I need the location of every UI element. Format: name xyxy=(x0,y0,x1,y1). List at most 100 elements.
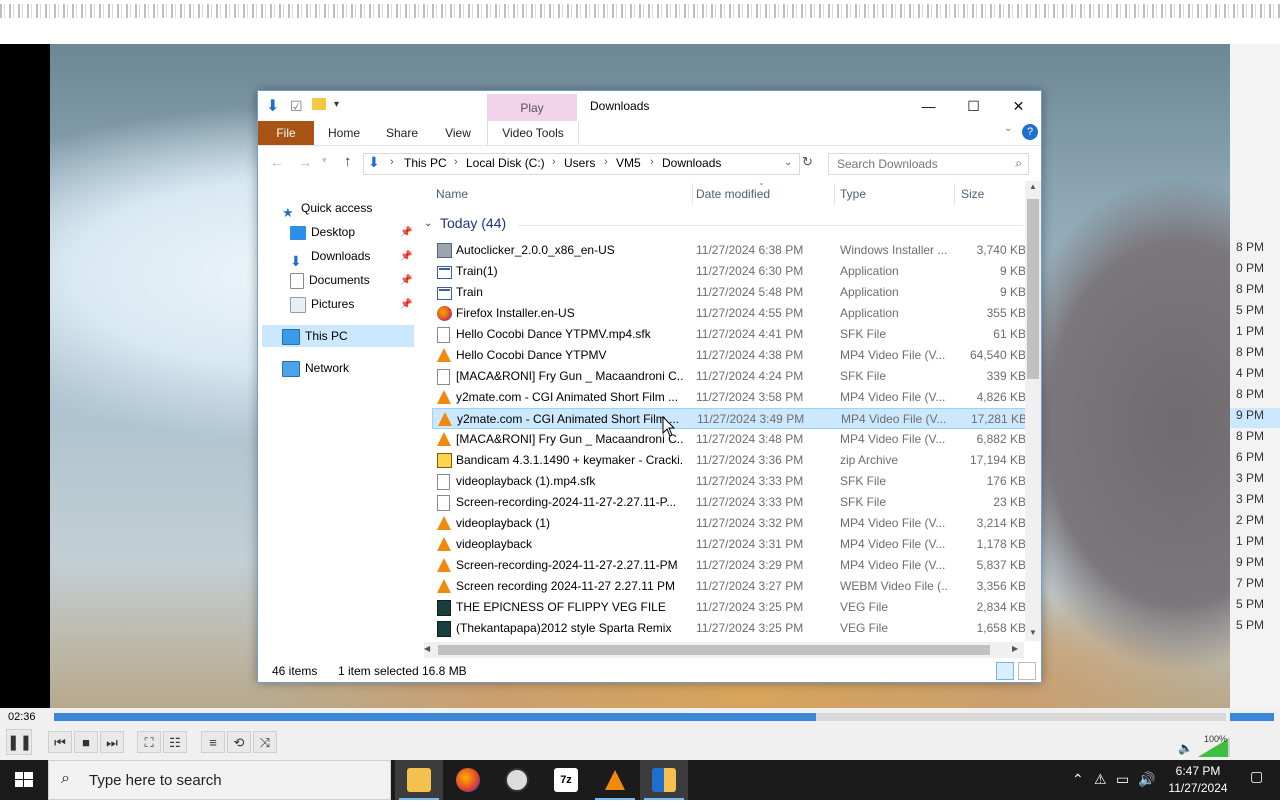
close-button[interactable]: ✕ xyxy=(996,91,1041,121)
pin-icon[interactable]: 📌 xyxy=(400,299,412,310)
horizontal-scroll-thumb[interactable] xyxy=(438,645,990,655)
taskbar-app[interactable] xyxy=(493,760,541,800)
breadcrumb-local-disk[interactable]: Local Disk (C:) xyxy=(466,156,545,170)
pin-icon[interactable]: 📌 xyxy=(400,251,412,262)
breadcrumb-vm5[interactable]: VM5 xyxy=(616,156,641,170)
taskbar-security[interactable] xyxy=(640,760,688,800)
security-tray-icon[interactable]: ⚠ xyxy=(1094,771,1107,788)
seek-slider[interactable] xyxy=(54,713,1226,721)
pin-icon[interactable]: 📌 xyxy=(400,275,412,286)
tab-share[interactable]: Share xyxy=(384,121,420,145)
speaker-icon[interactable]: 🔈 xyxy=(1178,741,1193,755)
column-type[interactable]: Type xyxy=(840,187,866,201)
loop-button[interactable]: ⟲ xyxy=(227,731,251,753)
file-row[interactable]: Hello Cocobi Dance YTPMV 11/27/2024 4:38 … xyxy=(432,345,1026,366)
new-folder-icon[interactable] xyxy=(312,98,326,110)
large-icons-view-button[interactable] xyxy=(1018,662,1036,680)
nav-quick-access[interactable]: ★ Quick access xyxy=(282,197,372,220)
customize-qat-icon[interactable]: ▾ xyxy=(334,99,339,110)
start-button[interactable] xyxy=(0,760,48,800)
group-header-today[interactable]: Today (44) xyxy=(440,215,506,231)
expand-ribbon-icon[interactable]: ⌄ xyxy=(1004,123,1012,134)
maximize-button[interactable]: ☐ xyxy=(951,91,996,121)
file-row[interactable]: videoplayback (1) 11/27/2024 3:32 PM MP4 V… xyxy=(432,513,1026,534)
breadcrumb-users[interactable]: Users xyxy=(564,156,595,170)
breadcrumb-this-pc[interactable]: This PC xyxy=(404,156,447,170)
scroll-right-icon[interactable]: ▶ xyxy=(1012,644,1018,653)
notifications-icon[interactable]: ▢ xyxy=(1250,768,1268,788)
search-box[interactable]: Search Downloads ⌕ xyxy=(828,153,1029,175)
download-arrow-icon[interactable]: ⬇ xyxy=(266,96,279,116)
file-row[interactable]: Screen-recording-2024-11-27-2.27.11-P...… xyxy=(432,492,1026,513)
tab-file[interactable]: File xyxy=(258,121,314,145)
breadcrumb-downloads[interactable]: Downloads xyxy=(662,156,721,170)
file-row[interactable]: (Thekantapapa)2012 style Sparta Remix 11/… xyxy=(432,618,1026,639)
file-size: 355 KB xyxy=(986,306,1026,320)
file-row[interactable]: Bandicam 4.3.1.1490 + keymaker - Cracki.… xyxy=(432,450,1026,471)
file-row[interactable]: y2mate.com - CGI Animated Short Film ...… xyxy=(432,408,1027,429)
file-row[interactable]: [MACA&RONI] Fry Gun _ Macaandroni C... 11… xyxy=(432,429,1026,450)
file-date: 11/27/2024 3:25 PM xyxy=(696,621,804,635)
nav-pictures[interactable]: Pictures xyxy=(290,293,354,315)
taskbar-7zip[interactable]: 7z xyxy=(542,760,590,800)
file-row[interactable]: THE EPICNESS OF FLIPPY VEG FILE 11/27/202… xyxy=(432,597,1026,618)
tab-view[interactable]: View xyxy=(442,121,474,145)
next-button[interactable]: ⏭ xyxy=(100,731,124,753)
file-row[interactable]: Screen recording 2024-11-27 2.27.11 PM 11… xyxy=(432,576,1026,597)
file-row[interactable]: [MACA&RONI] Fry Gun _ Macaandroni C... 11… xyxy=(432,366,1026,387)
recent-locations-icon[interactable]: ▾ xyxy=(322,155,327,166)
forward-arrow-icon[interactable]: → xyxy=(298,154,312,170)
scroll-left-icon[interactable]: ◀ xyxy=(424,644,430,653)
shuffle-button[interactable]: ⤨ xyxy=(253,731,277,753)
extended-settings-button[interactable]: ☷ xyxy=(163,731,187,753)
refresh-icon[interactable]: ↻ xyxy=(802,154,813,170)
nav-desktop[interactable]: Desktop xyxy=(290,221,355,243)
nav-network[interactable]: Network xyxy=(282,357,349,379)
vertical-scroll-thumb[interactable] xyxy=(1027,199,1039,379)
details-view-button[interactable] xyxy=(996,662,1014,680)
tab-video-tools[interactable]: Video Tools xyxy=(487,121,579,145)
volume-percent: 100% xyxy=(1204,734,1228,744)
nav-this-pc[interactable]: This PC xyxy=(282,325,348,347)
properties-icon[interactable]: ☑ xyxy=(290,98,303,115)
file-row[interactable]: Hello Cocobi Dance YTPMV.mp4.sfk 11/27/20… xyxy=(432,324,1026,345)
help-icon[interactable]: ? xyxy=(1022,124,1038,140)
taskbar-vlc[interactable] xyxy=(591,760,639,800)
fullscreen-button[interactable]: ⛶ xyxy=(137,731,161,753)
taskbar-firefox[interactable] xyxy=(444,760,492,800)
nav-downloads[interactable]: ⬇ Downloads xyxy=(290,245,370,269)
taskbar-file-explorer[interactable] xyxy=(395,760,443,800)
scroll-down-icon[interactable]: ▼ xyxy=(1029,628,1037,637)
file-name: Screen-recording-2024-11-27-2.27.11-PM xyxy=(456,558,678,572)
column-size[interactable]: Size xyxy=(961,187,984,201)
volume-tray-icon[interactable]: 🔊 xyxy=(1138,771,1155,788)
group-collapse-icon[interactable]: ⌄ xyxy=(424,218,432,229)
column-name[interactable]: Name xyxy=(436,187,468,201)
minimize-button[interactable]: — xyxy=(906,91,951,121)
file-row[interactable]: y2mate.com - CGI Animated Short Film ...… xyxy=(432,387,1026,408)
pause-button[interactable]: ❚❚ xyxy=(6,729,32,755)
tab-home[interactable]: Home xyxy=(326,121,362,145)
file-row[interactable]: Firefox Installer.en-US 11/27/2024 4:55 P… xyxy=(432,303,1026,324)
back-arrow-icon[interactable]: ← xyxy=(270,154,284,170)
file-row[interactable]: Train(1) 11/27/2024 6:30 PM Application 9 K… xyxy=(432,261,1026,282)
file-row[interactable]: Screen-recording-2024-11-27-2.27.11-PM 11… xyxy=(432,555,1026,576)
file-row[interactable]: videoplayback 11/27/2024 3:31 PM MP4 Video… xyxy=(432,534,1026,555)
background-time: 4 PM xyxy=(1236,366,1265,380)
network-tray-icon[interactable]: ▭ xyxy=(1116,771,1129,788)
up-arrow-icon[interactable]: ↑ xyxy=(344,153,352,170)
file-row[interactable]: Train 11/27/2024 5:48 PM Application 9 KB xyxy=(432,282,1026,303)
address-dropdown-icon[interactable]: ⌄ xyxy=(784,157,792,168)
column-date-modified[interactable]: Date modified xyxy=(696,187,770,201)
file-row[interactable]: Autoclicker_2.0.0_x86_en-US 11/27/2024 6:… xyxy=(432,240,1026,261)
chevron-up-icon[interactable]: ⌃ xyxy=(1072,771,1084,788)
file-row[interactable]: videoplayback (1).mp4.sfk 11/27/2024 3:33… xyxy=(432,471,1026,492)
playlist-button[interactable]: ≡ xyxy=(201,731,225,753)
previous-button[interactable]: ⏮ xyxy=(48,731,72,753)
scroll-up-icon[interactable]: ▲ xyxy=(1029,182,1037,191)
taskbar-search[interactable]: ⌕ Type here to search xyxy=(48,760,391,800)
pin-icon[interactable]: 📌 xyxy=(400,227,412,238)
nav-documents[interactable]: Documents xyxy=(290,269,370,291)
taskbar-clock[interactable]: 6:47 PM 11/27/2024 xyxy=(1160,763,1236,797)
stop-button[interactable]: ■ xyxy=(74,731,98,753)
